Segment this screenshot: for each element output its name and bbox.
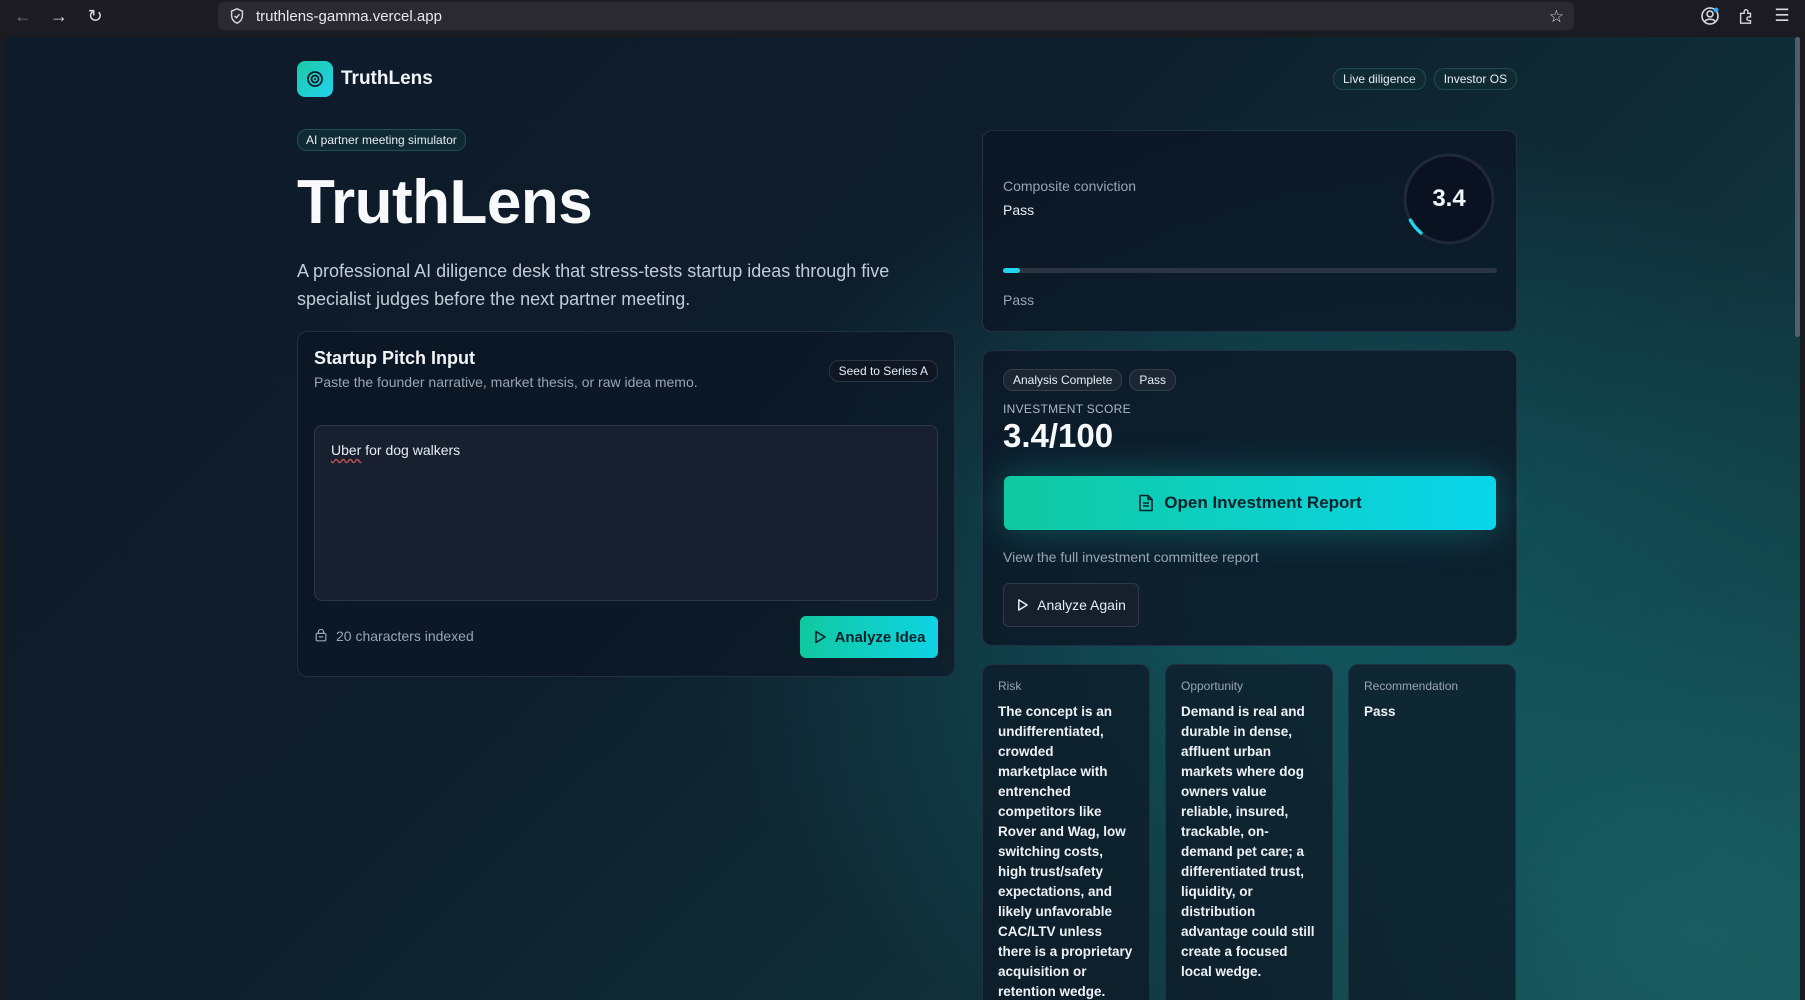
url-text: truthlens-gamma.vercel.app	[256, 7, 442, 25]
database-icon	[315, 629, 327, 642]
investment-score-label: INVESTMENT SCORE	[1003, 402, 1131, 416]
investment-score-value: 3.4/100	[1003, 417, 1114, 454]
open-report-label: Open Investment Report	[1164, 493, 1362, 512]
stage-badge: Seed to Series A	[828, 360, 938, 382]
scrollbar[interactable]	[1795, 37, 1800, 337]
report-card: Analysis Complete Pass INVESTMENT SCORE …	[982, 350, 1517, 646]
play-icon	[1018, 599, 1029, 611]
spellcheck-word: Uber	[331, 442, 362, 458]
hero-badge: AI partner meeting simulator	[297, 129, 466, 151]
browser-toolbar: ← → ↻ truthlens-gamma.vercel.app ☆ ☰	[0, 0, 1805, 32]
status-badge: Analysis Complete	[1003, 369, 1123, 391]
judge-card-opportunity: Opportunity Demand is real and durable i…	[1165, 664, 1333, 1000]
report-hint: View the full investment committee repor…	[1003, 549, 1259, 565]
page-title: TruthLens	[297, 168, 593, 237]
document-icon	[1139, 494, 1154, 512]
reload-icon[interactable]: ↻	[82, 3, 108, 29]
char-count-label: 20 characters indexed	[336, 628, 474, 644]
judge-card-risk: Risk The concept is an undifferentiated,…	[982, 664, 1150, 1000]
conviction-label: Composite conviction	[1003, 178, 1137, 194]
char-count: 20 characters indexed	[314, 628, 474, 644]
analyze-again-label: Analyze Again	[1037, 597, 1126, 613]
extensions-icon[interactable]	[1735, 5, 1757, 27]
hero-subtitle: A professional AI diligence desk that st…	[297, 261, 890, 309]
judge-card-recommendation: Recommendation Pass	[1348, 664, 1516, 1000]
menu-icon[interactable]: ☰	[1771, 5, 1793, 27]
investor-os-badge: Investor OS	[1433, 68, 1518, 90]
report-badges: Analysis Complete Pass	[1003, 369, 1177, 391]
judge-text: Demand is real and durable in dense, aff…	[1181, 704, 1315, 979]
pitch-input-card: Startup Pitch Input Paste the founder na…	[297, 331, 955, 677]
pitch-card-title: Startup Pitch Input	[314, 348, 475, 368]
conviction-progress	[1003, 268, 1497, 273]
score-ring-value: 3.4	[1432, 185, 1466, 212]
pitch-textarea[interactable]: Uber for dog walkers	[314, 425, 938, 601]
verdict-badge: Pass	[1129, 369, 1177, 391]
brand-name: TruthLens	[341, 68, 433, 89]
brand[interactable]: TruthLens	[297, 61, 433, 97]
shield-icon	[230, 8, 244, 24]
conviction-card: Composite conviction Pass 3.4 Pass	[982, 130, 1517, 332]
header-badges: Live diligence Investor OS	[1333, 68, 1518, 90]
live-diligence-badge: Live diligence	[1333, 68, 1426, 90]
address-bar[interactable]: truthlens-gamma.vercel.app ☆	[218, 2, 1574, 30]
page-viewport: TruthLens Live diligence Investor OS AI …	[5, 37, 1800, 1000]
conviction-footer: Pass	[1003, 292, 1035, 308]
judge-label: Recommendation	[1364, 679, 1459, 693]
pitch-text: for dog walkers	[361, 442, 461, 458]
analyze-idea-label: Analyze Idea	[834, 628, 926, 646]
logo-icon	[297, 61, 333, 97]
judge-label: Risk	[998, 679, 1022, 693]
pitch-card-description: Paste the founder narrative, market thes…	[314, 374, 698, 390]
back-arrow-icon[interactable]: ←	[10, 3, 36, 29]
open-investment-report-button[interactable]: Open Investment Report	[1004, 476, 1496, 530]
account-icon[interactable]	[1699, 5, 1721, 27]
conviction-progress-fill	[1003, 268, 1020, 273]
analyze-idea-button[interactable]: Analyze Idea	[800, 616, 938, 658]
judge-label: Opportunity	[1181, 679, 1244, 693]
forward-arrow-icon[interactable]: →	[46, 3, 72, 29]
bookmark-star-icon[interactable]: ☆	[1549, 7, 1564, 27]
judge-text: The concept is an undifferentiated, crow…	[998, 704, 1133, 999]
play-icon	[814, 630, 826, 644]
judge-text: Pass	[1364, 704, 1396, 719]
analyze-again-button[interactable]: Analyze Again	[1003, 583, 1139, 627]
conviction-verdict: Pass	[1003, 202, 1035, 218]
